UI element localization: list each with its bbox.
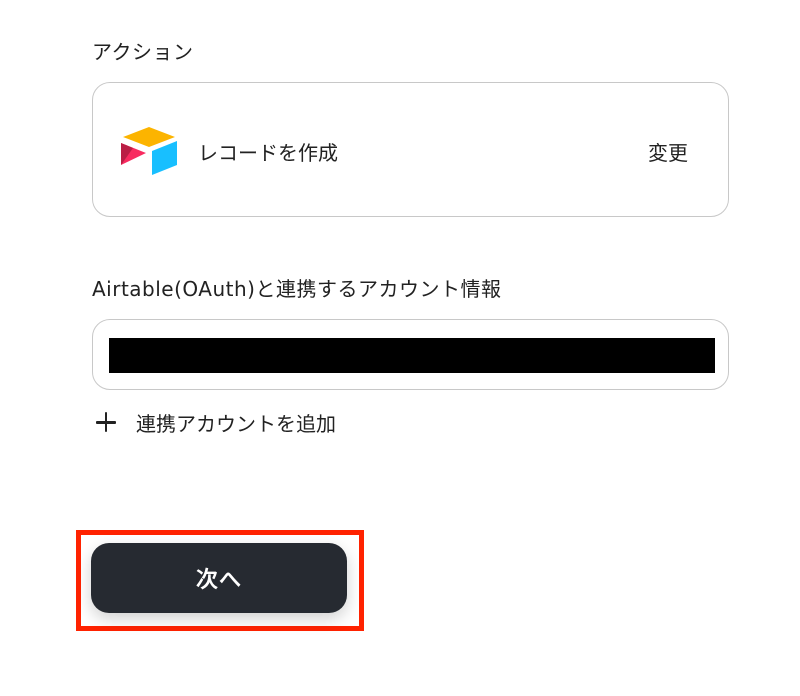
- plus-icon: [92, 408, 120, 436]
- next-button[interactable]: 次へ: [91, 543, 347, 613]
- action-name: レコードを作成: [198, 141, 338, 165]
- redacted-account-value: [109, 338, 715, 373]
- change-button[interactable]: 変更: [648, 137, 688, 166]
- add-account-link[interactable]: 連携アカウントを追加: [92, 406, 336, 438]
- add-account-label: 連携アカウントを追加: [136, 411, 336, 436]
- action-section-label: アクション: [92, 40, 194, 64]
- account-section-label: Airtable(OAuth)と連携するアカウント情報: [92, 277, 502, 301]
- action-card: レコードを作成 変更: [92, 82, 729, 217]
- page: アクション レコードを作成 変更 Airtable(OAuth)と連携するアカウ…: [0, 0, 800, 696]
- account-select[interactable]: [92, 319, 729, 390]
- airtable-logo-icon: [121, 127, 177, 175]
